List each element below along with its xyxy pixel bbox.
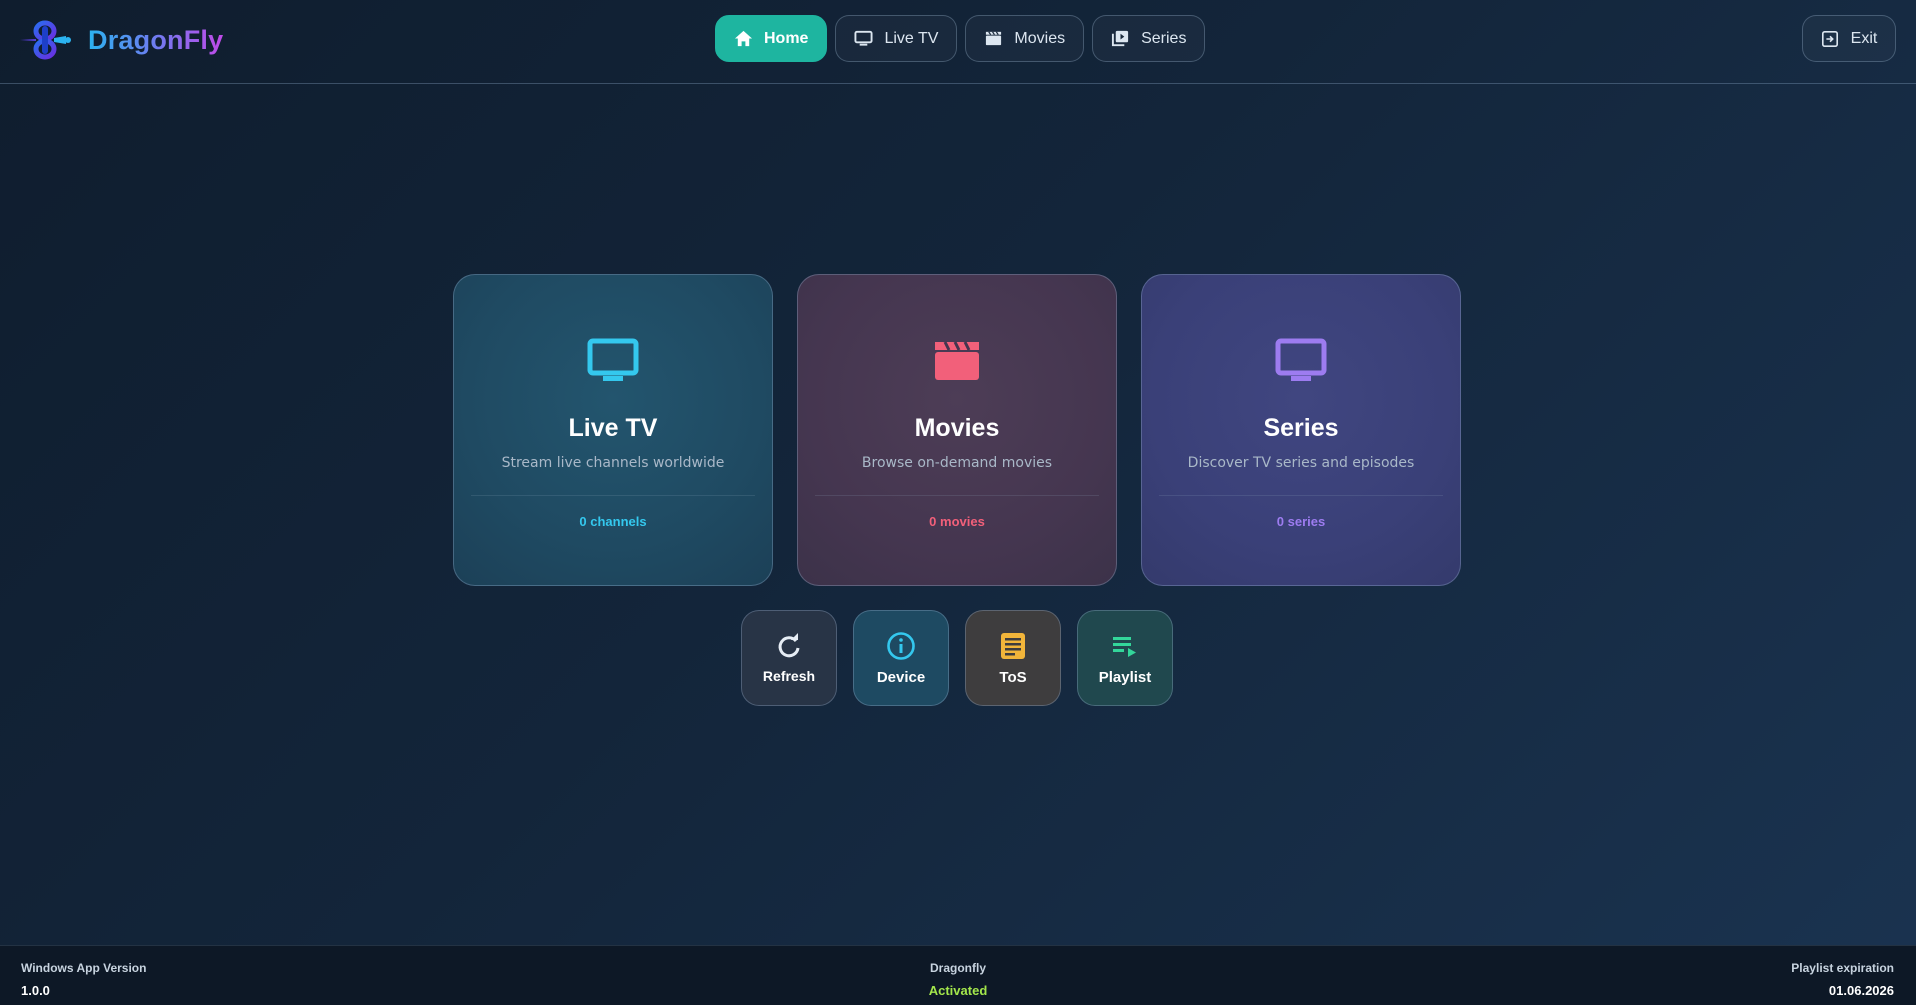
nav-live-tv-label: Live TV	[884, 29, 939, 47]
expiration-label: Playlist expiration	[1791, 961, 1894, 975]
card-subtitle: Discover TV series and episodes	[1187, 455, 1415, 471]
document-icon	[1001, 632, 1025, 659]
top-bar: DragonFly Home Live TV Movies Series Exi…	[0, 0, 1916, 84]
nav-home[interactable]: Home	[715, 15, 828, 62]
tv-icon	[587, 338, 639, 381]
playlist-expiration: Playlist expiration 01.06.2026	[1791, 961, 1894, 998]
card-subtitle: Browse on-demand movies	[861, 455, 1053, 471]
activation-label: Dragonfly	[929, 961, 986, 975]
home-icon	[734, 30, 753, 47]
refresh-label: Refresh	[762, 668, 816, 684]
card-divider	[1159, 495, 1443, 496]
card-title: Movies	[914, 414, 1000, 442]
card-divider	[815, 495, 1099, 496]
playlist-button[interactable]: Playlist	[1077, 610, 1173, 706]
card-count: 0 movies	[929, 514, 985, 529]
device-label: Device	[876, 668, 926, 686]
card-series[interactable]: Series Discover TV series and episodes 0…	[1141, 274, 1461, 586]
refresh-icon	[778, 633, 800, 658]
clapperboard-icon	[986, 31, 1002, 46]
activation-status: Dragonfly Activated	[0, 961, 1916, 998]
card-subtitle: Stream live channels worldwide	[501, 455, 725, 471]
card-live-tv[interactable]: Live TV Stream live channels worldwide 0…	[453, 274, 773, 586]
tv-icon	[854, 30, 873, 46]
quick-actions: Refresh Device ToS Playlist	[741, 610, 1173, 706]
nav-live-tv[interactable]: Live TV	[835, 15, 958, 62]
card-count: 0 series	[1276, 514, 1326, 529]
app-name: DragonFly	[88, 24, 224, 55]
card-title: Live TV	[568, 414, 658, 442]
exit-label: Exit	[1850, 29, 1878, 47]
exit-button[interactable]: Exit	[1802, 15, 1896, 62]
app-logo[interactable]: DragonFly	[18, 18, 223, 62]
status-footer: Windows App Version 1.0.0 Dragonfly Acti…	[0, 945, 1916, 1005]
clapperboard-icon	[935, 341, 979, 380]
tos-button[interactable]: ToS	[965, 610, 1061, 706]
nav-series-label: Series	[1141, 29, 1187, 47]
nav-series[interactable]: Series	[1092, 15, 1206, 62]
dragonfly-logo-icon	[20, 20, 71, 60]
card-movies[interactable]: Movies Browse on-demand movies 0 movies	[797, 274, 1117, 586]
card-count: 0 channels	[579, 514, 647, 529]
nav-home-label: Home	[764, 29, 809, 47]
exit-icon	[1821, 30, 1838, 47]
card-divider	[471, 495, 755, 496]
playlist-icon	[1113, 636, 1136, 657]
expiration-value: 01.06.2026	[1828, 983, 1894, 998]
card-title: Series	[1263, 414, 1339, 442]
tos-label: ToS	[999, 668, 1027, 686]
nav-movies-label: Movies	[1014, 29, 1066, 47]
main-nav: Home Live TV Movies Series	[715, 15, 1206, 62]
device-button[interactable]: Device	[853, 610, 949, 706]
playlist-label: Playlist	[1098, 668, 1152, 686]
nav-movies[interactable]: Movies	[965, 15, 1085, 62]
activation-value: Activated	[928, 983, 988, 998]
tv-icon	[1275, 338, 1327, 381]
category-cards: Live TV Stream live channels worldwide 0…	[453, 274, 1461, 586]
play-stack-icon	[1112, 30, 1129, 47]
info-icon	[887, 631, 915, 660]
refresh-button[interactable]: Refresh	[741, 610, 837, 706]
